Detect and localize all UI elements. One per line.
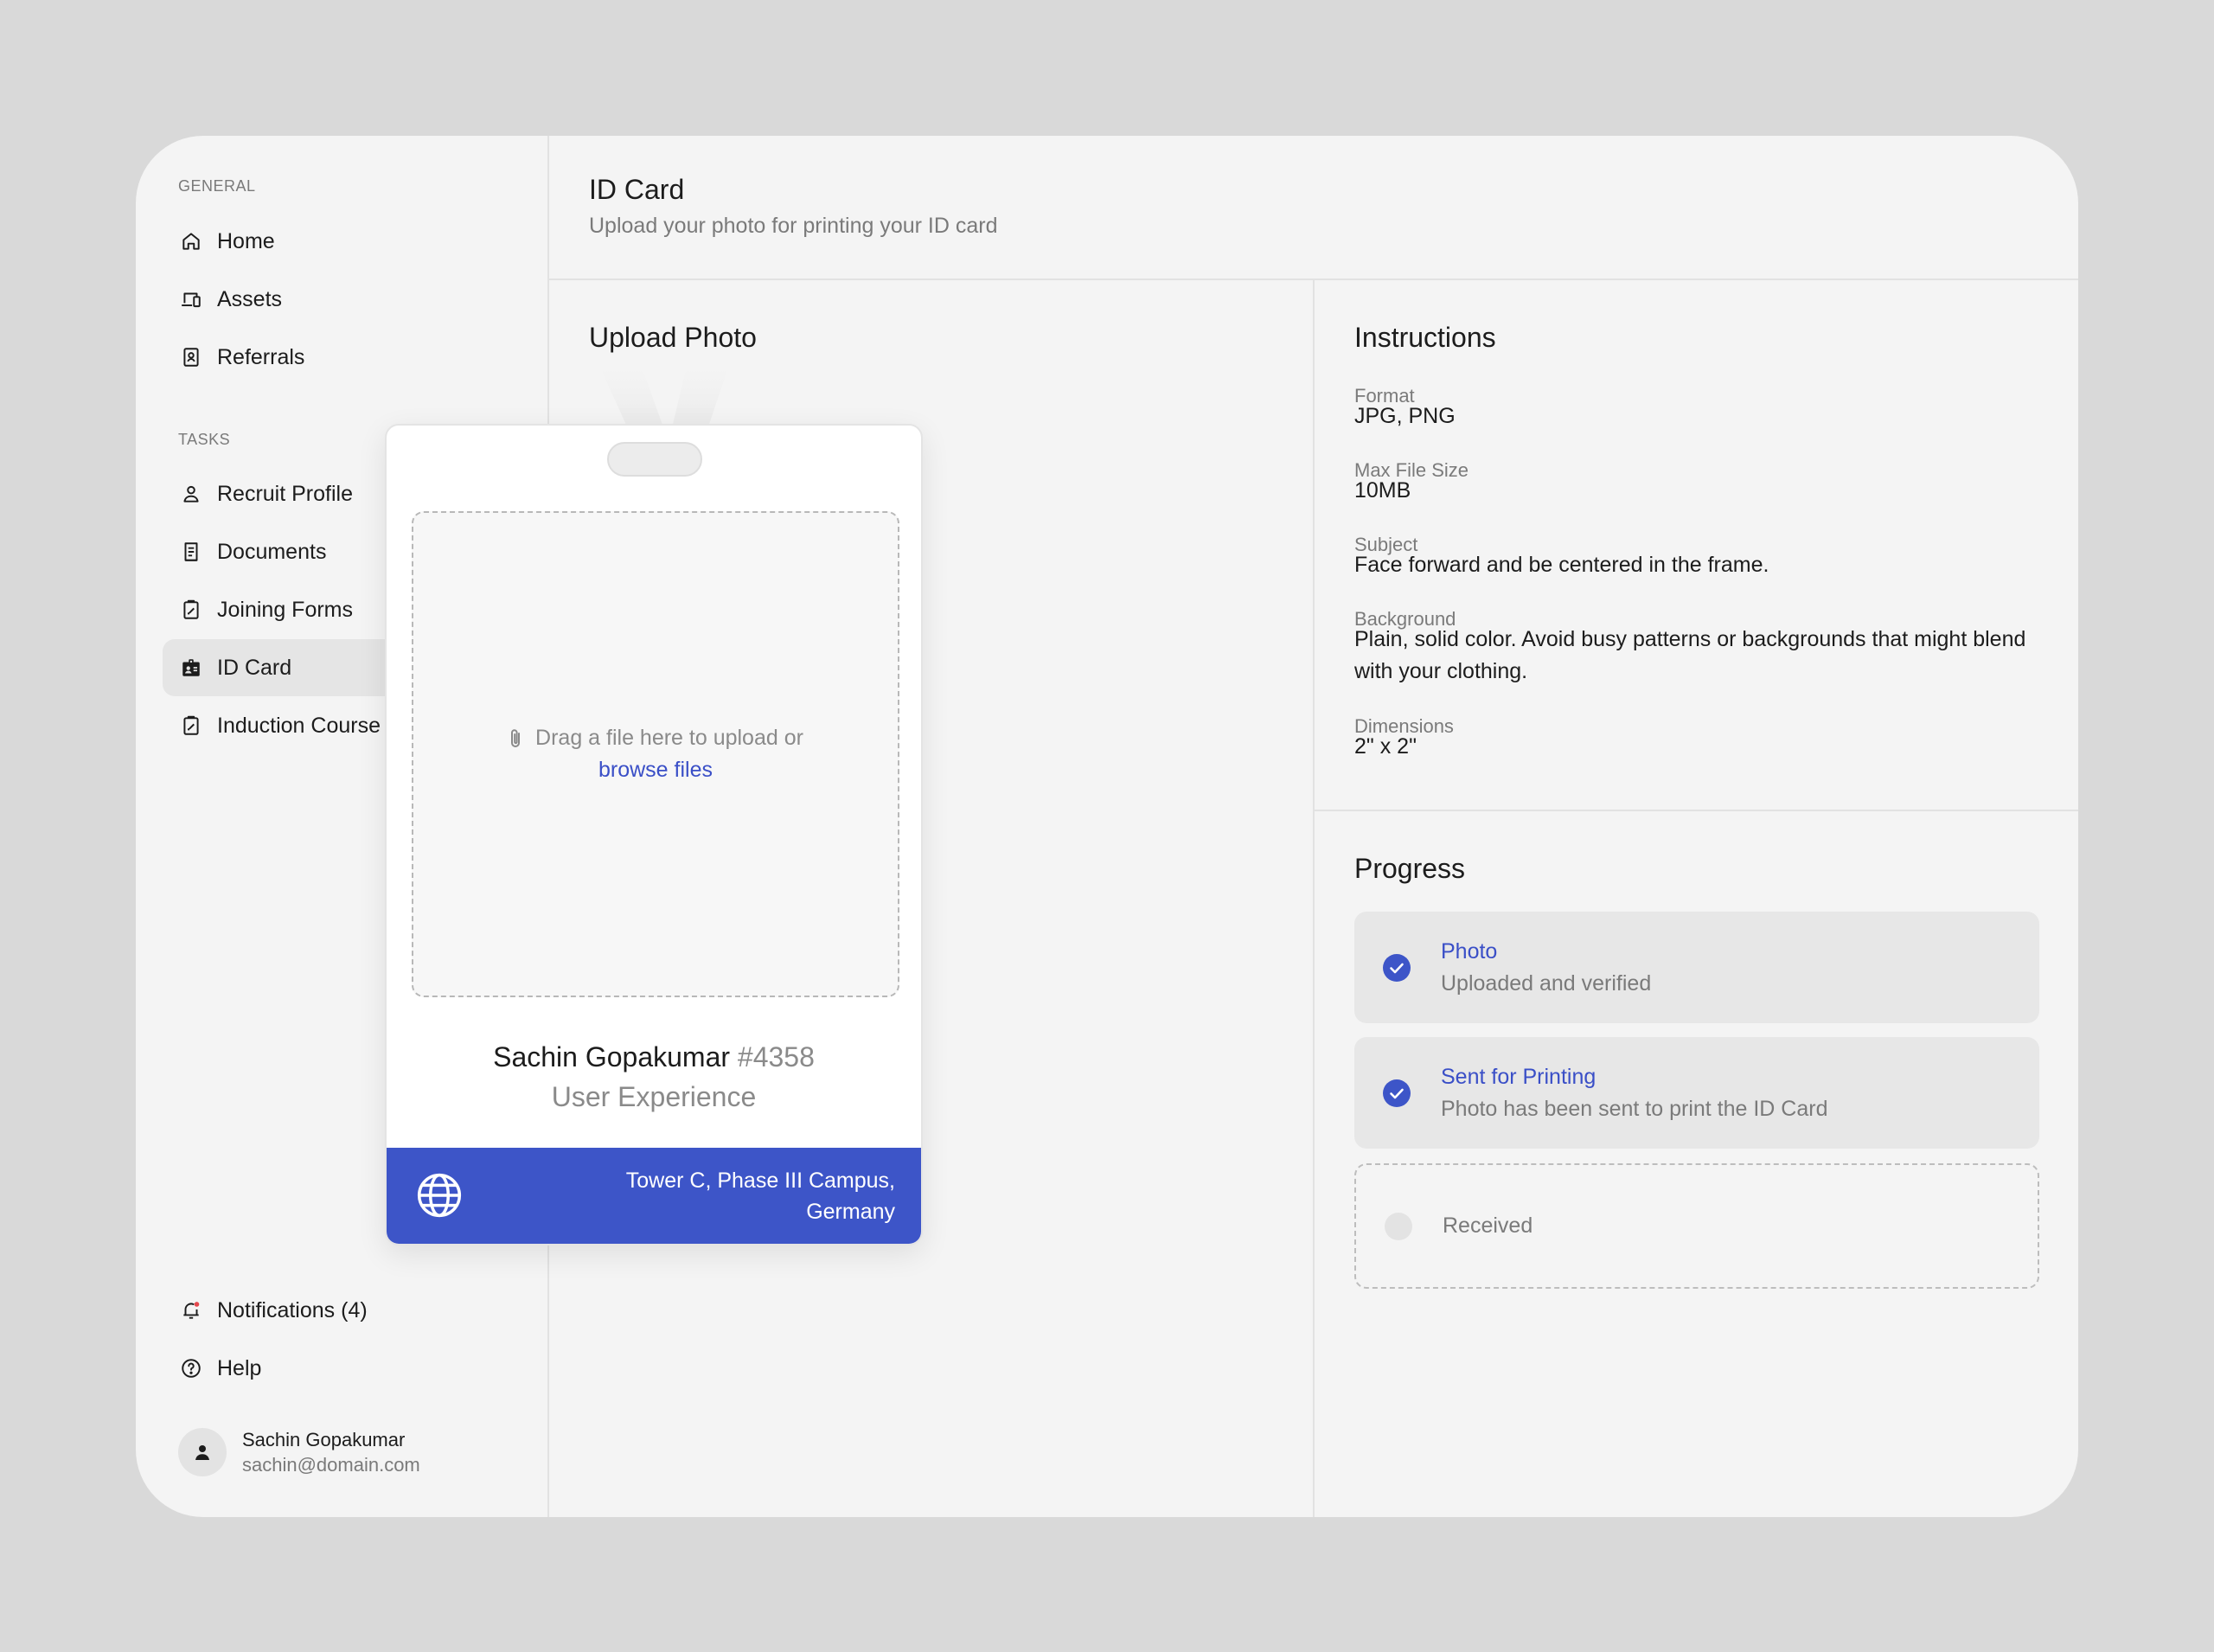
check-circle-icon [1383,1079,1411,1107]
sidebar-item-label: Induction Course [217,713,381,738]
instructions-title: Instructions [1354,322,1496,353]
pending-circle-icon [1385,1212,1412,1240]
drop-instruction: Drag a file here to upload or [535,726,803,750]
progress-step-received: Received [1354,1163,2039,1289]
step-name: Received [1443,1213,1533,1238]
help-circle-icon [179,1356,203,1380]
sidebar-item-label: Home [217,228,275,253]
sidebar-item-help[interactable]: Help [163,1340,522,1397]
format-value: JPG, PNG [1354,404,1456,428]
app-window: GENERAL Home Assets Referrals TASKS Recr [136,136,2078,1517]
section-label-general: GENERAL [178,177,256,195]
browse-files-link[interactable]: browse files [598,754,713,786]
page-subtitle: Upload your photo for printing your ID c… [589,214,998,238]
contact-book-icon [179,345,203,369]
home-icon [179,229,203,253]
address-line-2: Germany [806,1200,895,1224]
clipboard-edit-icon [179,714,203,738]
lanyard-slot [607,442,702,477]
address-line-1: Tower C, Phase III Campus, [625,1169,895,1193]
card-holder-name: Sachin Gopakumar [493,1041,731,1073]
sidebar-item-label: Help [217,1355,262,1380]
photo-dropzone[interactable]: Drag a file here to upload or browse fil… [412,511,899,997]
sidebar-item-label: Joining Forms [217,597,353,622]
section-label-tasks: TASKS [178,431,231,448]
step-description: Photo has been sent to print the ID Card [1441,1096,1828,1121]
user-icon [179,482,203,506]
document-icon [179,540,203,564]
id-card-preview: Drag a file here to upload or browse fil… [385,424,923,1245]
globe-icon [417,1173,462,1218]
devices-icon [179,287,203,311]
background-value: Plain, solid color. Avoid busy patterns … [1354,627,2026,683]
sidebar-item-label: Recruit Profile [217,481,353,506]
progress-title: Progress [1354,853,1466,884]
paperclip-icon [511,728,521,747]
dimensions-value: 2" x 2" [1354,734,1417,759]
id-badge-icon [179,656,203,680]
user-name: Sachin Gopakumar [242,1429,406,1450]
user-profile[interactable]: Sachin Gopakumar sachin@domain.com [178,1427,420,1477]
subject-value: Face forward and be centered in the fram… [1354,553,1769,577]
page-title: ID Card [589,174,685,205]
sidebar-item-label: Documents [217,539,327,564]
step-name: Photo [1441,938,1498,964]
step-description: Uploaded and verified [1441,970,1652,996]
sidebar-item-label: ID Card [217,655,292,680]
upload-title: Upload Photo [589,322,757,353]
user-silhouette-icon [195,1445,209,1460]
sidebar-item-label: Notifications (4) [217,1297,368,1322]
card-holder-department: User Experience [551,1081,757,1112]
user-email: sachin@domain.com [242,1454,420,1476]
sidebar-item-home[interactable]: Home [163,213,522,270]
card-address: Tower C, Phase III Campus, Germany [584,1165,895,1227]
card-holder-line: Sachin Gopakumar #4358 [387,1041,921,1073]
sidebar-item-notifications[interactable]: Notifications (4) [163,1282,522,1339]
card-footer: Tower C, Phase III Campus, Germany [387,1148,921,1244]
page-header: ID Card Upload your photo for printing y… [549,136,2078,280]
avatar [178,1428,227,1476]
check-circle-icon [1383,953,1411,982]
sidebar-item-assets[interactable]: Assets [163,271,522,328]
progress-step-photo: Photo Uploaded and verified [1354,912,2039,1023]
max-file-size-value: 10MB [1354,478,1411,503]
sidebar-item-referrals[interactable]: Referrals [163,329,522,386]
card-holder-id: #4358 [737,1041,815,1073]
bell-icon [179,1298,203,1322]
sidebar-item-label: Assets [217,286,283,311]
step-name: Sent for Printing [1441,1064,1597,1089]
sidebar-item-label: Referrals [217,344,305,369]
clipboard-edit-icon [179,598,203,622]
progress-step-sent-for-printing: Sent for Printing Photo has been sent to… [1354,1037,2039,1149]
